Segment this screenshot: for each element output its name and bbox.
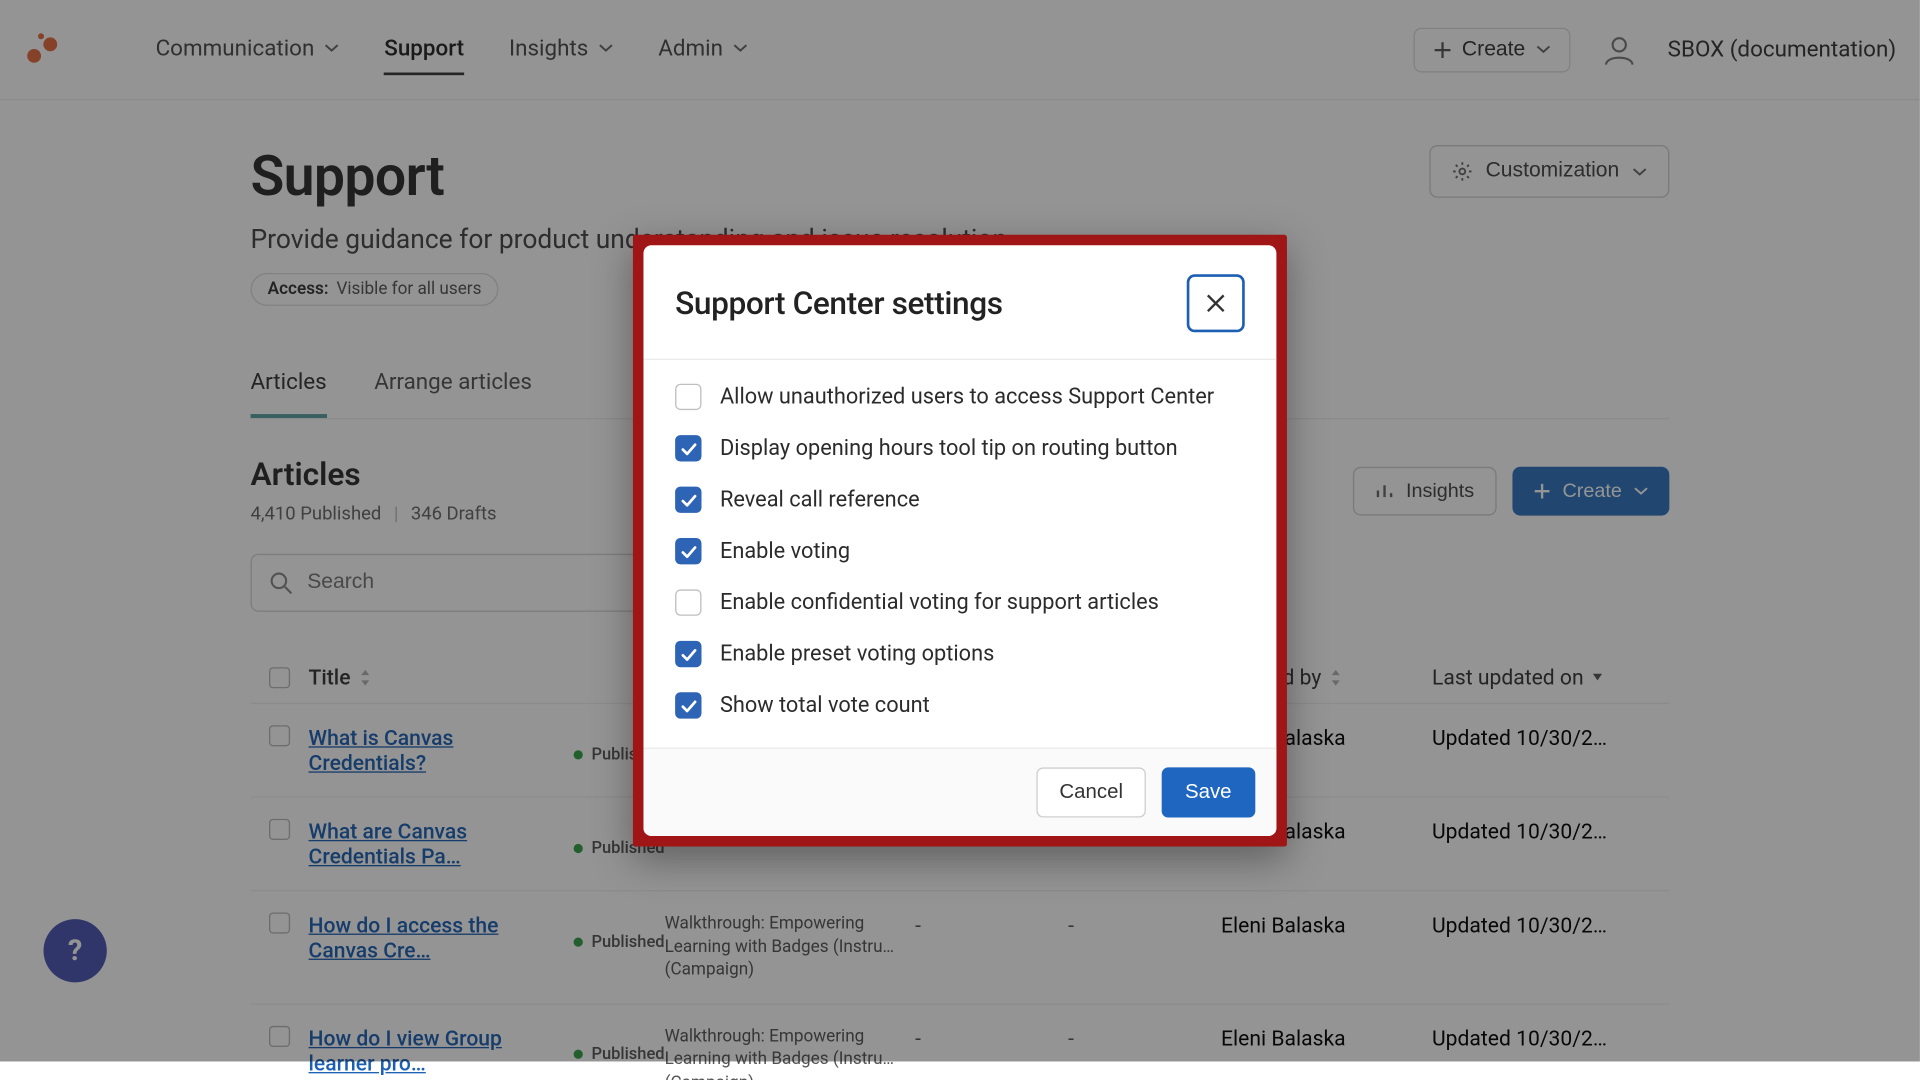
close-icon bbox=[1205, 293, 1226, 314]
option-label: Reveal call reference bbox=[720, 487, 920, 512]
option-label: Enable confidential voting for support a… bbox=[720, 590, 1159, 615]
settings-option: Enable confidential voting for support a… bbox=[675, 589, 1245, 615]
settings-option: Reveal call reference bbox=[675, 487, 1245, 513]
settings-option: Display opening hours tool tip on routin… bbox=[675, 435, 1245, 461]
save-label: Save bbox=[1185, 781, 1232, 803]
save-button[interactable]: Save bbox=[1161, 767, 1255, 817]
settings-option: Allow unauthorized users to access Suppo… bbox=[675, 384, 1245, 410]
checkbox[interactable] bbox=[675, 538, 701, 564]
cancel-label: Cancel bbox=[1059, 781, 1123, 803]
modal-title: Support Center settings bbox=[675, 285, 1003, 322]
option-label: Display opening hours tool tip on routin… bbox=[720, 436, 1178, 461]
check-icon bbox=[680, 697, 697, 714]
option-label: Allow unauthorized users to access Suppo… bbox=[720, 384, 1214, 409]
settings-option: Enable preset voting options bbox=[675, 641, 1245, 667]
option-label: Enable preset voting options bbox=[720, 641, 994, 666]
option-label: Enable voting bbox=[720, 539, 850, 564]
settings-option: Enable voting bbox=[675, 538, 1245, 564]
check-icon bbox=[680, 543, 697, 560]
settings-option: Show total vote count bbox=[675, 692, 1245, 718]
settings-modal: Support Center settings Allow unauthoriz… bbox=[633, 235, 1287, 847]
checkbox[interactable] bbox=[675, 641, 701, 667]
check-icon bbox=[680, 491, 697, 508]
checkbox[interactable] bbox=[675, 384, 701, 410]
checkbox[interactable] bbox=[675, 435, 701, 461]
close-button[interactable] bbox=[1187, 274, 1245, 332]
check-icon bbox=[680, 440, 697, 457]
checkbox[interactable] bbox=[675, 692, 701, 718]
cancel-button[interactable]: Cancel bbox=[1037, 767, 1145, 817]
option-label: Show total vote count bbox=[720, 693, 930, 718]
checkbox[interactable] bbox=[675, 487, 701, 513]
check-icon bbox=[680, 645, 697, 662]
checkbox[interactable] bbox=[675, 589, 701, 615]
